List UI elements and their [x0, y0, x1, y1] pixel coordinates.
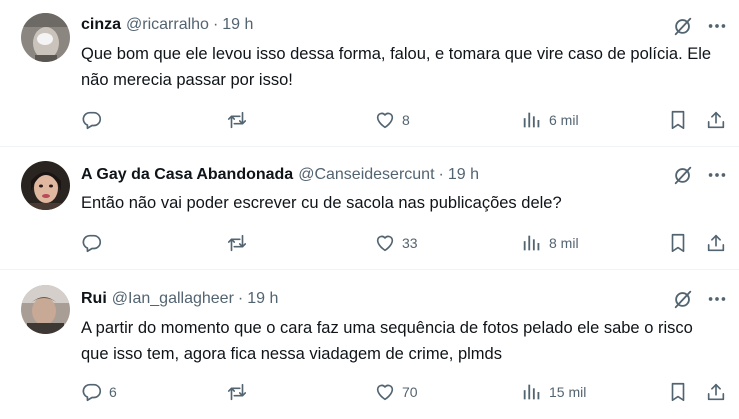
user-handle[interactable]: @Canseidesercunt [298, 166, 434, 184]
like-button[interactable]: 33 [374, 231, 418, 255]
view-count: 8 mil [549, 235, 579, 251]
grok-icon[interactable] [672, 288, 694, 310]
tweet-header: cinza @ricarralho · 19 h [81, 14, 253, 36]
user-handle[interactable]: @ricarralho [126, 16, 209, 34]
retweet-icon [226, 109, 248, 131]
tweet-text: A partir do momento que o cara faz uma s… [81, 319, 693, 363]
like-count: 8 [402, 112, 410, 128]
tweet-actions: 33 8 mil [0, 231, 739, 255]
share-icon [705, 232, 727, 254]
share-button[interactable] [705, 380, 727, 404]
views-icon [521, 109, 543, 131]
bookmark-icon [667, 109, 689, 131]
avatar[interactable] [21, 13, 70, 62]
tweet-header: Rui @Ian_gallagheer · 19 h [81, 288, 278, 310]
timestamp[interactable]: 19 h [448, 166, 479, 184]
retweet-icon [226, 381, 248, 403]
like-count: 33 [402, 235, 418, 251]
tweet-text: Que bom que ele levou isso dessa forma, … [81, 45, 712, 89]
views-button[interactable]: 15 mil [521, 380, 586, 404]
bookmark-icon [667, 232, 689, 254]
bookmark-button[interactable] [667, 108, 689, 132]
like-button[interactable]: 70 [374, 380, 418, 404]
share-icon [705, 109, 727, 131]
user-handle[interactable]: @Ian_gallagheer [112, 290, 234, 308]
reply-button[interactable]: 6 [81, 380, 117, 404]
timestamp[interactable]: 19 h [247, 290, 278, 308]
bookmark-icon [667, 381, 689, 403]
more-icon[interactable] [706, 15, 728, 37]
tweet-header: A Gay da Casa Abandonada @Canseidesercun… [81, 164, 479, 186]
more-icon[interactable] [706, 288, 728, 310]
reply-button[interactable] [81, 108, 109, 132]
like-button[interactable]: 8 [374, 108, 410, 132]
tweet-actions: 8 6 mil [0, 108, 739, 132]
tweet[interactable]: cinza @ricarralho · 19 h Que bom que ele… [0, 0, 739, 147]
views-icon [521, 381, 543, 403]
reply-icon [81, 381, 103, 403]
bookmark-button[interactable] [667, 231, 689, 255]
retweet-button[interactable] [226, 231, 254, 255]
display-name[interactable]: A Gay da Casa Abandonada [81, 166, 293, 184]
retweet-button[interactable] [226, 380, 254, 404]
like-icon [374, 232, 396, 254]
view-count: 6 mil [549, 112, 579, 128]
display-name[interactable]: Rui [81, 290, 107, 308]
display-name[interactable]: cinza [81, 16, 121, 34]
views-button[interactable]: 6 mil [521, 108, 579, 132]
reply-icon [81, 232, 103, 254]
retweet-icon [226, 232, 248, 254]
like-count: 70 [402, 384, 418, 400]
more-icon[interactable] [706, 164, 728, 186]
retweet-button[interactable] [226, 108, 254, 132]
reply-count: 6 [109, 384, 117, 400]
share-button[interactable] [705, 231, 727, 255]
reply-feed: cinza @ricarralho · 19 h Que bom que ele… [0, 0, 739, 419]
share-icon [705, 381, 727, 403]
views-icon [521, 232, 543, 254]
grok-icon[interactable] [672, 15, 694, 37]
timestamp[interactable]: 19 h [222, 16, 253, 34]
tweet-actions: 6 70 15 mil [0, 380, 739, 404]
bookmark-button[interactable] [667, 380, 689, 404]
share-button[interactable] [705, 108, 727, 132]
tweet-text: Então não vai poder escrever cu de sacol… [81, 194, 562, 212]
like-icon [374, 109, 396, 131]
tweet[interactable]: A Gay da Casa Abandonada @Canseidesercun… [0, 147, 739, 270]
reply-icon [81, 109, 103, 131]
grok-icon[interactable] [672, 164, 694, 186]
views-button[interactable]: 8 mil [521, 231, 579, 255]
separator-dot: · [237, 290, 244, 307]
like-icon [374, 381, 396, 403]
reply-button[interactable] [81, 231, 109, 255]
separator-dot: · [212, 16, 219, 33]
separator-dot: · [438, 166, 444, 183]
avatar[interactable] [21, 161, 70, 210]
avatar[interactable] [21, 285, 70, 334]
view-count: 15 mil [549, 384, 587, 400]
tweet[interactable]: Rui @Ian_gallagheer · 19 h A partir do m… [0, 270, 739, 419]
